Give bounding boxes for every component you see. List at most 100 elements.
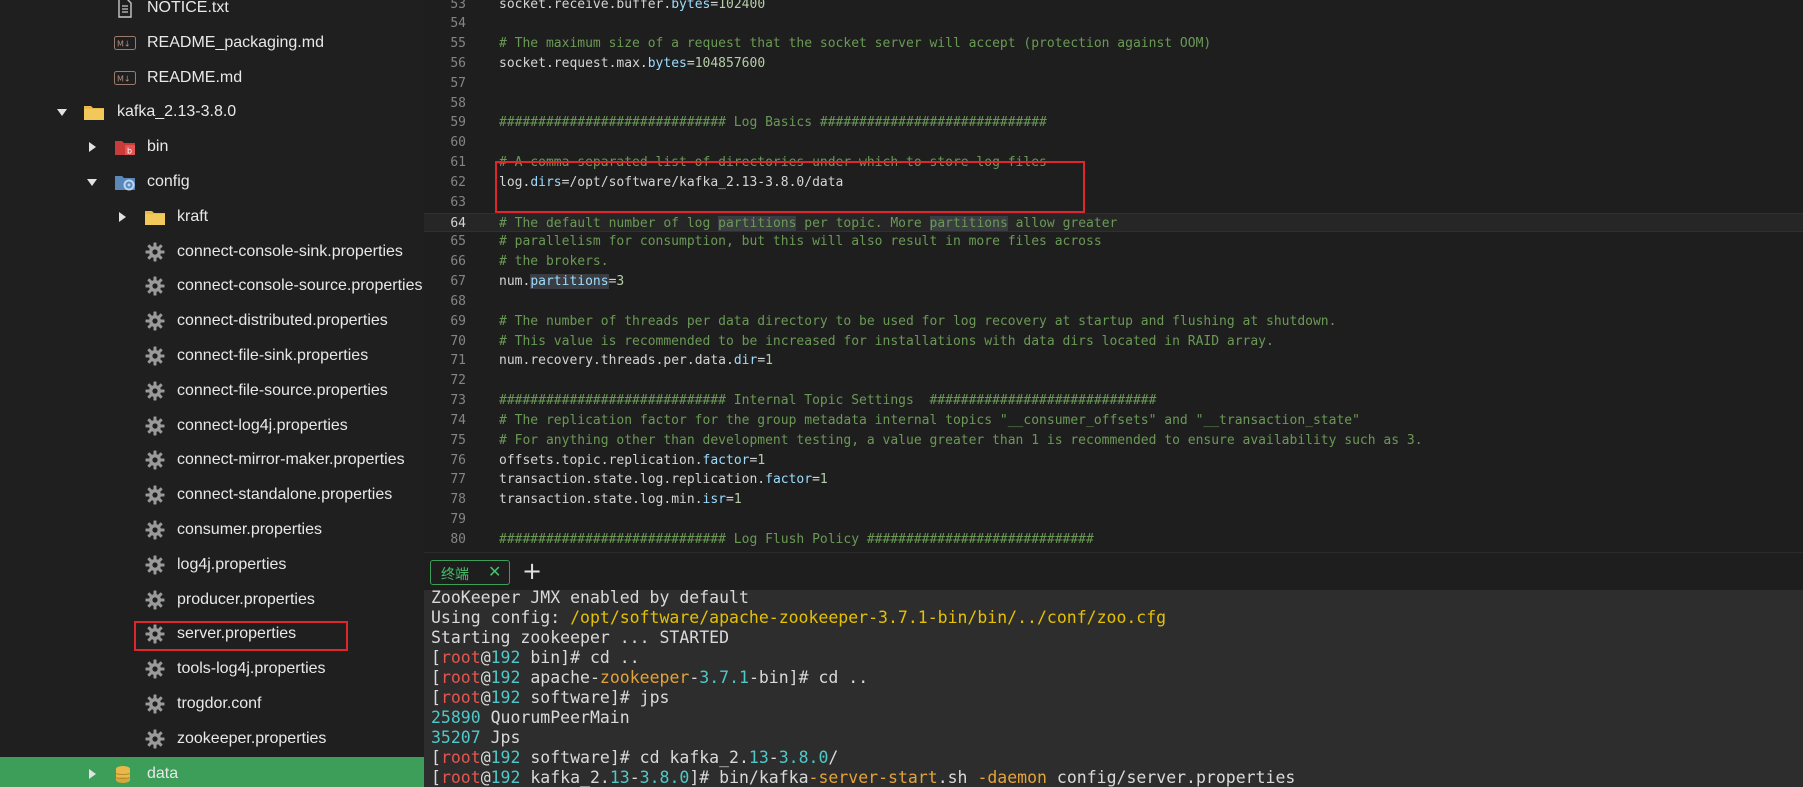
- tree-item-label: connect-log4j.properties: [177, 416, 348, 434]
- code-line[interactable]: 53 socket.receive.buffer.bytes=102400: [424, 0, 1803, 14]
- line-number: 54: [450, 16, 466, 32]
- code-line[interactable]: 58: [424, 94, 1803, 114]
- chevron-down-icon[interactable]: [56, 106, 68, 118]
- terminal-line: Using config: /opt/software/apache-zooke…: [431, 608, 1167, 627]
- code-line[interactable]: 66 # the brokers.: [424, 252, 1803, 272]
- tree-item-label: tools-log4j.properties: [177, 660, 326, 678]
- tree-item[interactable]: connect-console-source.properties: [0, 269, 424, 303]
- tree-item[interactable]: kraft: [0, 200, 424, 234]
- code-line[interactable]: 68: [424, 292, 1803, 312]
- text-file-icon: [114, 0, 136, 19]
- tree-item[interactable]: connect-console-sink.properties: [0, 235, 424, 269]
- code-line[interactable]: 73 ############################# Internal…: [424, 391, 1803, 411]
- chevron-right-icon[interactable]: [86, 768, 98, 780]
- code-line[interactable]: 56 socket.request.max.bytes=104857600: [424, 54, 1803, 74]
- terminal-line: [root@192 bin]# cd ..: [431, 648, 640, 667]
- chevron-right-icon[interactable]: [86, 141, 98, 153]
- chevron-down-icon[interactable]: [86, 176, 98, 188]
- tree-item[interactable]: kafka_2.13-3.8.0: [0, 95, 424, 129]
- tree-item[interactable]: consumer.properties: [0, 513, 424, 547]
- gear-icon: [144, 449, 166, 471]
- terminal-output[interactable]: ZooKeeper JMX enabled by default Using co…: [424, 590, 1803, 787]
- markdown-file-icon: M↓: [114, 67, 136, 89]
- line-number: 76: [450, 452, 466, 468]
- line-text: transaction.state.log.replication.factor…: [499, 472, 828, 488]
- gear-icon: [144, 519, 166, 541]
- tree-item-label: trogdor.conf: [177, 695, 262, 712]
- tree-item[interactable]: data: [0, 756, 424, 787]
- code-line[interactable]: 55 # The maximum size of a request that t…: [424, 34, 1803, 54]
- tree-item-label: log4j.properties: [177, 555, 287, 573]
- line-number: 77: [450, 472, 466, 488]
- tree-item[interactable]: M↓ README_packaging.md: [0, 26, 424, 60]
- code-line[interactable]: 77 transaction.state.log.replication.fact…: [424, 470, 1803, 490]
- tree-item[interactable]: tools-log4j.properties: [0, 652, 424, 686]
- add-terminal-icon[interactable]: +: [522, 558, 542, 584]
- code-line[interactable]: 64 # The default number of log partitions…: [424, 212, 1803, 233]
- tree-item[interactable]: connect-log4j.properties: [0, 409, 424, 443]
- gear-icon: [144, 380, 166, 402]
- code-editor[interactable]: 53 socket.receive.buffer.bytes=102400 54 55…: [424, 0, 1803, 552]
- tree-item[interactable]: b bin: [0, 130, 424, 164]
- terminal-line: 35207 Jps: [431, 728, 521, 747]
- line-number: 64: [450, 215, 466, 231]
- tree-item[interactable]: connect-mirror-maker.properties: [0, 443, 424, 477]
- line-number: 60: [450, 135, 466, 151]
- code-line[interactable]: 72: [424, 371, 1803, 391]
- code-line[interactable]: 70 # This value is recommended to be incr…: [424, 332, 1803, 352]
- file-explorer: NOTICE.txt M↓ README_packaging.md M↓ README.…: [0, 0, 424, 787]
- code-line[interactable]: 71 num.recovery.threads.per.data.dir=1: [424, 351, 1803, 371]
- code-line[interactable]: 59 ############################# Log Basi…: [424, 113, 1803, 133]
- tree-item[interactable]: config: [0, 165, 424, 199]
- tab-terminal[interactable]: 终端 ✕: [430, 560, 510, 585]
- tree-item[interactable]: producer.properties: [0, 583, 424, 617]
- gear-icon: [144, 728, 166, 750]
- line-number: 69: [450, 313, 466, 329]
- tree-item[interactable]: connect-file-source.properties: [0, 374, 424, 408]
- gear-icon: [144, 554, 166, 576]
- close-icon[interactable]: ✕: [488, 562, 501, 582]
- tree-item[interactable]: connect-file-sink.properties: [0, 339, 424, 373]
- tree-item-label: NOTICE.txt: [147, 0, 229, 16]
- gear-icon: [144, 589, 166, 611]
- code-line[interactable]: 67 num.partitions=3: [424, 272, 1803, 292]
- bin-folder-icon: b: [114, 136, 136, 158]
- line-text: # parallelism for consumption, but this …: [499, 234, 1102, 250]
- code-line[interactable]: 69 # The number of threads per data direc…: [424, 312, 1803, 332]
- tree-item[interactable]: NOTICE.txt: [0, 0, 424, 25]
- tree-item[interactable]: connect-distributed.properties: [0, 304, 424, 338]
- tree-item-label: data: [147, 764, 179, 782]
- chevron-right-icon[interactable]: [116, 211, 128, 223]
- gear-icon: [144, 275, 166, 297]
- tree-item[interactable]: connect-standalone.properties: [0, 478, 424, 512]
- code-line[interactable]: 54: [424, 14, 1803, 34]
- line-number: 80: [450, 531, 466, 547]
- tree-item[interactable]: M↓ README.md: [0, 61, 424, 95]
- code-line[interactable]: 78 transaction.state.log.min.isr=1: [424, 490, 1803, 510]
- tree-item[interactable]: trogdor.conf: [0, 687, 424, 721]
- gear-icon: [144, 345, 166, 367]
- tree-item[interactable]: log4j.properties: [0, 548, 424, 582]
- code-line[interactable]: 79: [424, 510, 1803, 530]
- line-number: 65: [450, 234, 466, 250]
- tree-item[interactable]: zookeeper.properties: [0, 722, 424, 756]
- line-text: # The default number of log partitions p…: [499, 215, 1118, 231]
- tree-item-label: producer.properties: [177, 590, 315, 608]
- terminal-line: [root@192 software]# cd kafka_2.13-3.8.0…: [431, 748, 839, 767]
- line-text: socket.request.max.bytes=104857600: [499, 55, 766, 71]
- code-line[interactable]: 80 ############################# Log Flus…: [424, 530, 1803, 550]
- folder-icon: [144, 206, 166, 228]
- code-line[interactable]: 60: [424, 133, 1803, 153]
- code-line[interactable]: 75 # For anything other than development …: [424, 431, 1803, 451]
- code-line[interactable]: 76 offsets.topic.replication.factor=1: [424, 451, 1803, 471]
- markdown-file-icon: M↓: [114, 32, 136, 54]
- line-number: 67: [450, 274, 466, 290]
- highlight-box: [134, 621, 348, 651]
- code-line[interactable]: 57: [424, 74, 1803, 94]
- line-number: 75: [450, 432, 466, 448]
- code-line[interactable]: 74 # The replication factor for the group…: [424, 411, 1803, 431]
- code-line[interactable]: 65 # parallelism for consumption, but thi…: [424, 232, 1803, 252]
- tree-item-label: connect-console-source.properties: [177, 277, 423, 295]
- terminal-tab-label: 终端: [441, 567, 469, 583]
- line-number: 58: [450, 95, 466, 111]
